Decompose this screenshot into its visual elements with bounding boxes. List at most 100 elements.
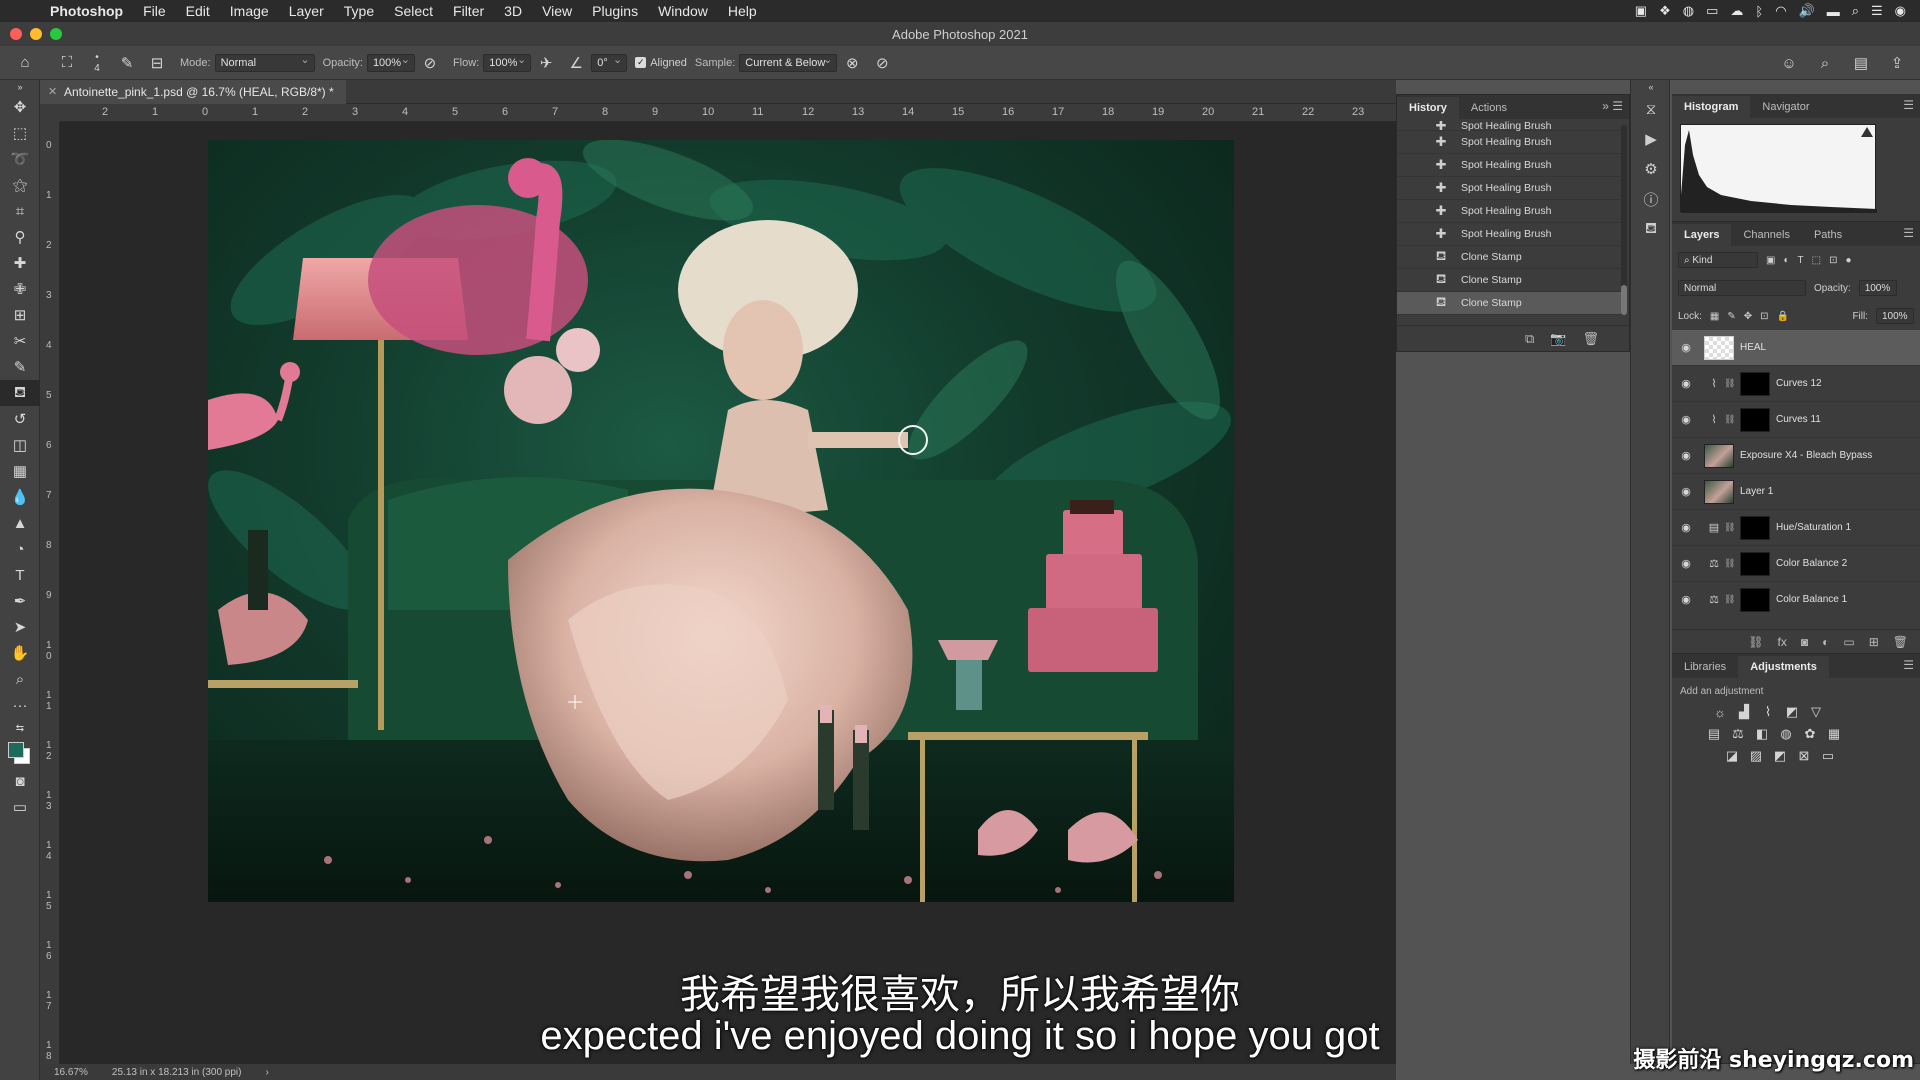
layer-thumbnail[interactable]	[1704, 335, 1734, 360]
visibility-eye-icon[interactable]: ◉	[1674, 341, 1698, 354]
collapse-dock-icon[interactable]: «	[1631, 80, 1671, 94]
fill-field[interactable]: 100%	[1876, 308, 1914, 324]
status-chevron-icon[interactable]: ›	[265, 1067, 268, 1078]
layer-row[interactable]: ◉ ⌇ ⛓ Curves 11	[1672, 402, 1920, 438]
menu-select[interactable]: Select	[384, 3, 443, 19]
opacity-field[interactable]: 100%	[366, 53, 415, 72]
dodge-tool-icon[interactable]: ◔	[0, 536, 40, 562]
content-aware-move-icon[interactable]: ✂	[0, 328, 40, 354]
menu-app[interactable]: Photoshop	[40, 3, 133, 19]
canvas-area[interactable]	[60, 122, 1396, 1064]
workspace-icon[interactable]: ▤	[1850, 52, 1872, 74]
layer-mask-thumbnail[interactable]	[1740, 587, 1770, 612]
menu-layer[interactable]: Layer	[279, 3, 334, 19]
levels-icon[interactable]: ▟	[1732, 701, 1756, 723]
color-lookup-icon[interactable]: ▦	[1822, 723, 1846, 745]
visibility-eye-icon[interactable]: ◉	[1674, 557, 1698, 570]
mask-link-icon[interactable]: ⛓	[1724, 558, 1735, 569]
filter-smart-object-icon[interactable]: ⊡	[1829, 255, 1837, 266]
eraser-tool-icon[interactable]: ◫	[0, 432, 40, 458]
new-group-icon[interactable]: ▭	[1843, 635, 1854, 649]
exposure-icon[interactable]: ◩	[1780, 701, 1804, 723]
layer-opacity-field[interactable]: 100%	[1858, 280, 1897, 296]
visibility-eye-icon[interactable]: ◉	[1674, 593, 1698, 606]
flow-field[interactable]: 100%	[483, 53, 532, 72]
new-document-from-state-icon[interactable]: ⧉	[1525, 331, 1534, 347]
minimize-window-button[interactable]	[30, 28, 42, 40]
history-scroll-thumb[interactable]	[1621, 285, 1627, 315]
mask-link-icon[interactable]: ⛓	[1724, 594, 1735, 605]
menu-type[interactable]: Type	[334, 3, 384, 19]
visibility-eye-icon[interactable]: ◉	[1674, 377, 1698, 390]
menu-3d[interactable]: 3D	[494, 3, 532, 19]
brush-tool-icon[interactable]: ✎	[0, 354, 40, 380]
new-layer-icon[interactable]: ⊞	[1869, 635, 1879, 649]
siri-icon[interactable]: ◉	[1895, 3, 1906, 19]
spot-healing-tool-icon[interactable]: ✚	[0, 250, 40, 276]
warning-icon[interactable]	[1861, 127, 1873, 137]
menu-filter[interactable]: Filter	[443, 3, 494, 19]
layer-name[interactable]: Color Balance 1	[1776, 594, 1847, 605]
layer-name[interactable]: Curves 11	[1776, 414, 1821, 425]
pressure-size-icon[interactable]: ⊘	[871, 52, 893, 74]
channel-mixer-icon[interactable]: ✿	[1798, 723, 1822, 745]
add-mask-icon[interactable]: ◙	[1801, 635, 1808, 649]
layer-row[interactable]: ◉ Layer 1	[1672, 474, 1920, 510]
share-icon[interactable]: ⇪	[1886, 52, 1908, 74]
curves-icon[interactable]: ⌇	[1756, 701, 1780, 723]
color-swatches[interactable]	[0, 738, 40, 768]
gradient-tool-icon[interactable]: ▦	[0, 458, 40, 484]
mask-link-icon[interactable]: ⛓	[1724, 522, 1735, 533]
ruler-origin[interactable]	[40, 104, 60, 122]
tab-layers[interactable]: Layers	[1672, 224, 1732, 246]
angle-field[interactable]: 0°	[591, 53, 628, 72]
tab-histogram[interactable]: Histogram	[1672, 96, 1751, 118]
blur-tool-icon[interactable]: 💧	[0, 484, 40, 510]
path-selection-tool-icon[interactable]: ➤	[0, 614, 40, 640]
zoom-level[interactable]: 16.67%	[54, 1067, 88, 1078]
adjustment-type-icon[interactable]: ▤	[1704, 521, 1724, 534]
lock-pixels-icon[interactable]: ✎	[1727, 311, 1735, 322]
menu-view[interactable]: View	[532, 3, 582, 19]
move-tool-icon[interactable]: ✥	[0, 94, 40, 120]
layer-row[interactable]: ◉ Exposure X4 - Bleach Bypass	[1672, 438, 1920, 474]
visibility-eye-icon[interactable]: ◉	[1674, 413, 1698, 426]
threshold-icon[interactable]: ◩	[1768, 745, 1792, 767]
filter-toggle-icon[interactable]: ●	[1845, 255, 1851, 266]
clone-stamp-tool-icon[interactable]: ⛾	[0, 380, 40, 406]
vibrance-icon[interactable]: ▽	[1804, 701, 1828, 723]
adjustment-type-icon[interactable]: ⌇	[1704, 413, 1724, 426]
layer-row[interactable]: ◉ ▤ ⛓ Hue/Saturation 1	[1672, 510, 1920, 546]
marquee-tool-icon[interactable]: ⬚	[0, 120, 40, 146]
layer-name[interactable]: Layer 1	[1740, 486, 1773, 497]
zoom-window-button[interactable]	[50, 28, 62, 40]
filter-pixel-icon[interactable]: ▣	[1766, 255, 1775, 266]
lock-transparent-icon[interactable]: ▦	[1710, 311, 1719, 322]
lasso-tool-icon[interactable]: ➰	[0, 146, 40, 172]
layer-mask-thumbnail[interactable]	[1740, 515, 1770, 540]
layer-row[interactable]: ◉ ⌇ ⛓ Curves 12	[1672, 366, 1920, 402]
sharpen-tool-icon[interactable]: ▲	[0, 510, 40, 536]
tab-actions[interactable]: Actions	[1459, 97, 1519, 119]
menu-file[interactable]: File	[133, 3, 176, 19]
crop-tool-icon[interactable]: ⌗	[0, 198, 40, 224]
history-state[interactable]: ✚ Spot Healing Brush	[1397, 223, 1623, 246]
aligned-checkbox[interactable]: ✓	[635, 57, 647, 68]
pressure-opacity-icon[interactable]: ⊘	[419, 52, 441, 74]
mask-link-icon[interactable]: ⛓	[1724, 414, 1735, 425]
tab-channels[interactable]: Channels	[1731, 224, 1801, 246]
actions-dock-icon[interactable]: ▶	[1631, 124, 1671, 154]
dropbox-icon[interactable]: ❖	[1659, 3, 1671, 19]
panel-menu-icon[interactable]: ☰	[1903, 98, 1914, 112]
adjustment-type-icon[interactable]: ⚖	[1704, 557, 1724, 570]
sample-select[interactable]: Current & Below	[739, 53, 838, 72]
menu-help[interactable]: Help	[718, 3, 767, 19]
more-tools-icon[interactable]: ···	[0, 692, 40, 718]
mode-select[interactable]: Normal	[214, 53, 315, 72]
info-dock-icon[interactable]: ⓘ	[1631, 184, 1671, 214]
lock-artboard-icon[interactable]: ⊡	[1760, 311, 1768, 322]
document-tab[interactable]: ✕ Antoinette_pink_1.psd @ 16.7% (HEAL, R…	[40, 80, 346, 104]
delete-state-icon[interactable]: 🗑	[1582, 331, 1599, 347]
healing-brush-tool-icon[interactable]: ✙	[0, 276, 40, 302]
bluetooth-icon[interactable]: ᛒ	[1755, 4, 1763, 19]
